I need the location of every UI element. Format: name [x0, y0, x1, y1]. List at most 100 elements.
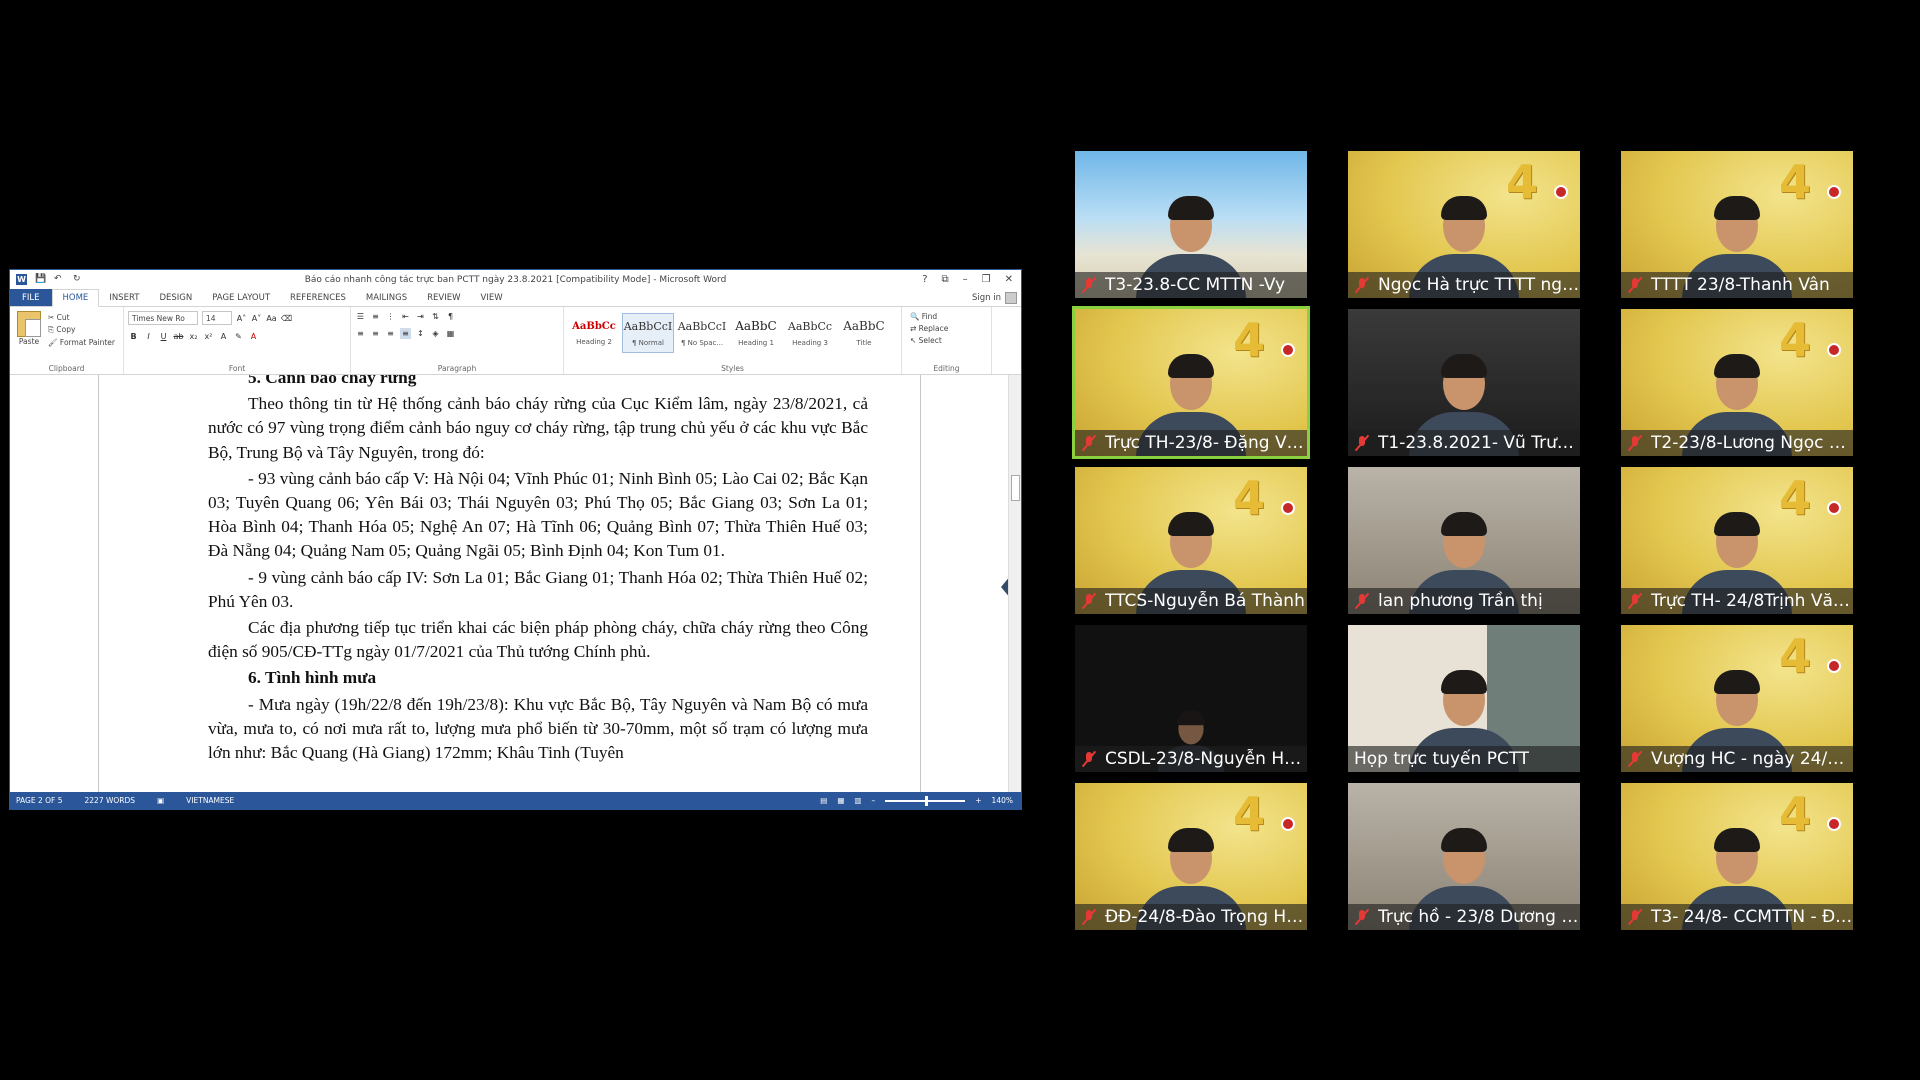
subscript-icon[interactable]: x₂ [188, 331, 199, 342]
participant-tile[interactable]: 4Trực TH- 24/8Trịnh Văn K... [1621, 467, 1853, 614]
sign-in-link[interactable]: Sign in [972, 293, 1001, 303]
participant-tile[interactable]: 4Ngọc Hà trực TTTT ngày ... [1348, 151, 1580, 298]
tab-insert[interactable]: INSERT [99, 289, 149, 306]
proofing-icon[interactable]: ▣ [157, 796, 164, 805]
shading-icon[interactable]: ◈ [430, 328, 441, 339]
tab-view[interactable]: VIEW [471, 289, 513, 306]
restore-button[interactable]: ❐ [982, 274, 991, 285]
help-button[interactable]: ? [922, 274, 927, 285]
language[interactable]: VIETNAMESE [186, 796, 234, 805]
zoom-level[interactable]: 140% [992, 796, 1013, 805]
superscript-icon[interactable]: x² [203, 331, 214, 342]
font-color-icon[interactable]: A [248, 331, 259, 342]
sort-icon[interactable]: ⇅ [430, 311, 441, 322]
redo-icon[interactable]: ↻ [73, 274, 84, 285]
mic-muted-icon [1354, 593, 1370, 609]
document-area[interactable]: 5. Cảnh báo cháy rừng Theo thông tin từ … [10, 375, 1021, 792]
text-effects-icon[interactable]: A [218, 331, 229, 342]
save-icon[interactable]: 💾 [35, 274, 46, 285]
tab-references[interactable]: REFERENCES [280, 289, 356, 306]
participant-tile[interactable]: Trực hồ - 23/8 Dương Đứ... [1348, 783, 1580, 930]
read-mode-icon[interactable]: ▤ [820, 796, 827, 805]
participant-tile[interactable]: Họp trực tuyến PCTT [1348, 625, 1580, 772]
scrollbar-thumb[interactable] [1011, 475, 1020, 501]
tab-design[interactable]: DESIGN [149, 289, 202, 306]
undo-icon[interactable]: ↶ [54, 274, 65, 285]
style-no-spacing[interactable]: AaBbCcI ¶ No Spac... [676, 313, 728, 353]
zoom-in-icon[interactable]: + [975, 796, 981, 805]
document-page[interactable]: 5. Cảnh báo cháy rừng Theo thông tin từ … [208, 375, 868, 767]
ribbon-display-button[interactable]: ⧉ [942, 274, 949, 285]
vertical-scrollbar[interactable] [1008, 375, 1021, 792]
align-right-icon[interactable]: ≡ [385, 328, 396, 339]
decrease-indent-icon[interactable]: ⇤ [400, 311, 411, 322]
clear-formatting-icon[interactable]: ⌫ [281, 313, 292, 324]
find-label: Find [921, 312, 938, 321]
line-spacing-icon[interactable]: ↕ [415, 328, 426, 339]
status-bar: PAGE 2 OF 5 2227 WORDS ▣ VIETNAMESE ▤ ▦ … [10, 792, 1021, 809]
participant-tile[interactable]: 4 TTTT 23/8-Thanh Vân [1621, 151, 1853, 298]
increase-indent-icon[interactable]: ⇥ [415, 311, 426, 322]
web-layout-icon[interactable]: ▥ [854, 796, 861, 805]
borders-icon[interactable]: ▦ [445, 328, 456, 339]
tab-mailings[interactable]: MAILINGS [356, 289, 417, 306]
zoom-slider[interactable] [885, 795, 966, 806]
style-heading-1[interactable]: AaBbC Heading 1 [730, 313, 782, 353]
participant-tile[interactable]: T3-23.8-CC MTTN -Vy [1075, 151, 1307, 298]
participant-tile[interactable]: T1-23.8.2021- Vũ Trường ... [1348, 309, 1580, 456]
format-painter-button[interactable]: 🖌 Format Painter [48, 338, 115, 347]
tab-file[interactable]: FILE [10, 289, 52, 306]
bold-icon[interactable]: B [128, 331, 139, 342]
style-heading-2[interactable]: AaBbCc Heading 2 [568, 313, 620, 353]
italic-icon[interactable]: I [143, 331, 154, 342]
cut-button[interactable]: ✂ Cut [48, 313, 115, 322]
font-name-select[interactable]: Times New Ro [128, 311, 198, 325]
participant-name: T3- 24/8- CCMTTN - Đặn... [1651, 907, 1853, 927]
paste-button[interactable]: Paste [14, 311, 44, 362]
participant-name: T2-23/8-Lương Ngọc Khá... [1651, 433, 1853, 453]
participant-tile[interactable]: 4T2-23/8-Lương Ngọc Khá... [1621, 309, 1853, 456]
copy-button[interactable]: ⎘ Copy [48, 325, 115, 335]
change-case-icon[interactable]: Aa [266, 313, 277, 324]
bullets-icon[interactable]: ☰ [355, 311, 366, 322]
multilevel-list-icon[interactable]: ⋮ [385, 311, 396, 322]
zoom-out-icon[interactable]: – [872, 796, 876, 805]
shrink-font-icon[interactable]: A˅ [251, 313, 262, 324]
participant-tile[interactable]: 4Vượng HC - ngày 24/8/20... [1621, 625, 1853, 772]
participant-tile[interactable]: 4 ĐĐ-24/8-Đào Trọng Hậu [1075, 783, 1307, 930]
print-layout-icon[interactable]: ▦ [837, 796, 844, 805]
participant-tile[interactable]: 4Trực TH-23/8- Đặng Văn Đăng [1072, 306, 1310, 459]
participant-name-bar: T2-23/8-Lương Ngọc Khá... [1621, 430, 1853, 456]
word-count[interactable]: 2227 WORDS [85, 796, 136, 805]
numbering-icon[interactable]: ≡ [370, 311, 381, 322]
participant-tile[interactable]: 4 TTCS-Nguyễn Bá Thành [1075, 467, 1307, 614]
mic-muted-icon [1081, 435, 1097, 451]
grow-font-icon[interactable]: A˄ [236, 313, 247, 324]
minimize-button[interactable]: – [963, 274, 968, 285]
style-name: Heading 2 [576, 337, 612, 346]
replace-button[interactable]: ⇄ Replace [910, 324, 987, 333]
strikethrough-icon[interactable]: ab [173, 331, 184, 342]
close-button[interactable]: ✕ [1005, 274, 1013, 285]
justify-icon[interactable]: ≡ [400, 328, 411, 339]
participant-tile[interactable]: lan phương Trần thị [1348, 467, 1580, 614]
style-normal[interactable]: AaBbCcI ¶ Normal [622, 313, 674, 353]
align-center-icon[interactable]: ≡ [370, 328, 381, 339]
style-heading-3[interactable]: AaBbCc Heading 3 [784, 313, 836, 353]
select-button[interactable]: ↖ Select [910, 336, 987, 345]
style-title[interactable]: AaBbC Title [838, 313, 890, 353]
tab-review[interactable]: REVIEW [417, 289, 470, 306]
page-count[interactable]: PAGE 2 OF 5 [16, 796, 63, 805]
style-preview: AaBbCc [787, 319, 833, 333]
avatar[interactable] [1005, 291, 1017, 304]
participant-tile[interactable]: CSDL-23/8-Nguyễn Hữu ... [1075, 625, 1307, 772]
highlight-icon[interactable]: ✎ [233, 331, 244, 342]
show-marks-icon[interactable]: ¶ [445, 311, 456, 322]
font-size-select[interactable]: 14 [202, 311, 232, 325]
tab-home[interactable]: HOME [51, 289, 100, 307]
participant-tile[interactable]: 4 T3- 24/8- CCMTTN - Đặn... [1621, 783, 1853, 930]
align-left-icon[interactable]: ≡ [355, 328, 366, 339]
find-button[interactable]: 🔍 Find [910, 312, 987, 321]
tab-page-layout[interactable]: PAGE LAYOUT [202, 289, 280, 306]
underline-icon[interactable]: U [158, 331, 169, 342]
